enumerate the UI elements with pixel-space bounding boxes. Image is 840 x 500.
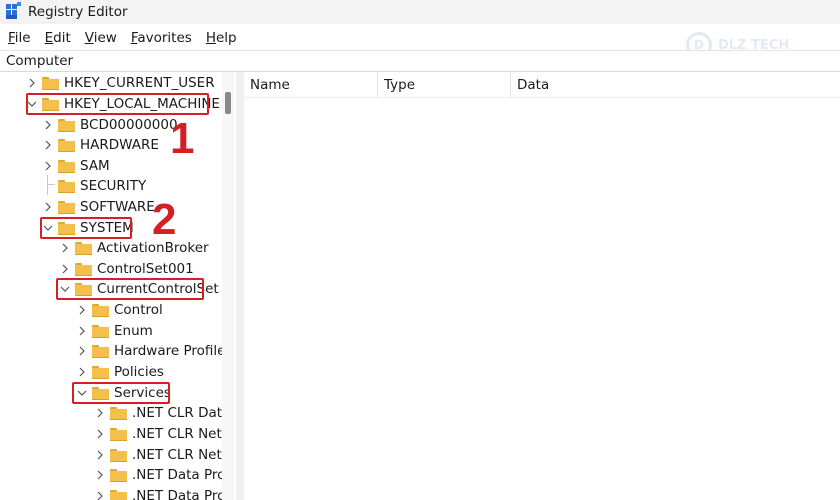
- folder-icon: [58, 179, 75, 193]
- step-number-1: 1: [170, 114, 195, 163]
- highlight-box-services: [72, 382, 170, 404]
- highlight-box-currentcontrolset: [56, 278, 204, 300]
- folder-icon: [92, 365, 109, 379]
- tree-item-label: Hardware Profiles: [114, 343, 222, 359]
- menu-favorites[interactable]: Favorites: [125, 30, 198, 46]
- tree-item-hkey-current-user[interactable]: HKEY_CURRENT_USER: [26, 73, 215, 93]
- pane-splitter[interactable]: [236, 72, 244, 500]
- tree-item-label: Control: [114, 302, 163, 318]
- tree-item-activationbroker[interactable]: ActivationBroker: [59, 238, 209, 258]
- chevron-right-icon[interactable]: [94, 486, 106, 500]
- folder-icon: [75, 241, 92, 255]
- tree-item-label: SECURITY: [80, 178, 147, 194]
- tree-item-label: SOFTWARE: [80, 199, 155, 215]
- tree-item-label: .NET CLR Data: [132, 405, 222, 421]
- tree-connector: [42, 176, 54, 196]
- tree-item-net-data-provider-oracle[interactable]: .NET Data Provider for Oracle: [94, 465, 222, 485]
- tree-item-hardware-profiles[interactable]: Hardware Profiles: [76, 341, 222, 361]
- values-list[interactable]: Name Type Data: [244, 72, 840, 500]
- address-bar[interactable]: Computer: [0, 50, 840, 72]
- folder-icon: [58, 118, 75, 132]
- folder-icon: [110, 427, 127, 441]
- folder-icon: [110, 489, 127, 500]
- chevron-right-icon[interactable]: [42, 115, 54, 135]
- registry-tree[interactable]: HKEY_CURRENT_USER HKEY_LOCAL_MACHINE BCD…: [0, 72, 222, 500]
- tree-item-enum[interactable]: Enum: [76, 321, 153, 341]
- tree-item-hardware[interactable]: HARDWARE: [42, 135, 159, 155]
- folder-icon: [75, 262, 92, 276]
- chevron-right-icon[interactable]: [76, 321, 88, 341]
- chevron-right-icon[interactable]: [59, 259, 71, 279]
- chevron-right-icon[interactable]: [94, 424, 106, 444]
- title-bar: Registry Editor: [0, 0, 840, 24]
- chevron-right-icon[interactable]: [59, 238, 71, 258]
- column-header-name[interactable]: Name: [244, 72, 378, 98]
- tree-item-label: .NET CLR Networking: [132, 426, 222, 442]
- column-header-data[interactable]: Data: [511, 72, 840, 98]
- folder-icon: [110, 468, 127, 482]
- chevron-right-icon[interactable]: [42, 135, 54, 155]
- tree-item-label: Enum: [114, 323, 153, 339]
- folder-icon: [110, 406, 127, 420]
- tree-item-bcd[interactable]: BCD00000000: [42, 115, 178, 135]
- chevron-right-icon[interactable]: [76, 300, 88, 320]
- tree-item-label: ControlSet001: [97, 261, 194, 277]
- folder-icon: [92, 303, 109, 317]
- tree-item-label: HKEY_CURRENT_USER: [64, 75, 215, 91]
- chevron-right-icon[interactable]: [26, 73, 38, 93]
- tree-scrollbar[interactable]: [222, 72, 234, 500]
- tree-item-net-clr-networking[interactable]: .NET CLR Networking: [94, 424, 222, 444]
- tree-item-net-clr-networking-4[interactable]: .NET CLR Networking 4.0.0.0: [94, 445, 222, 465]
- window-title: Registry Editor: [28, 4, 128, 20]
- tree-item-net-data-provider-sqlserver[interactable]: .NET Data Provider for SqlServer: [94, 486, 222, 500]
- folder-icon: [58, 200, 75, 214]
- tree-item-controlset001[interactable]: ControlSet001: [59, 259, 194, 279]
- tree-item-software[interactable]: SOFTWARE: [42, 197, 155, 217]
- folder-icon: [58, 159, 75, 173]
- list-header: Name Type Data: [244, 72, 840, 98]
- folder-icon: [42, 76, 59, 90]
- chevron-right-icon[interactable]: [76, 341, 88, 361]
- chevron-right-icon[interactable]: [76, 362, 88, 382]
- step-number-2: 2: [152, 195, 177, 244]
- chevron-right-icon[interactable]: [94, 445, 106, 465]
- tree-item-net-clr-data[interactable]: .NET CLR Data: [94, 403, 222, 423]
- menu-file[interactable]: File: [2, 30, 37, 46]
- highlight-box-hkey-local-machine: [26, 93, 209, 115]
- menu-view[interactable]: View: [79, 30, 123, 46]
- chevron-right-icon[interactable]: [42, 197, 54, 217]
- scrollbar-thumb[interactable]: [225, 92, 231, 114]
- folder-icon: [92, 324, 109, 338]
- address-path: Computer: [6, 53, 74, 69]
- chevron-right-icon[interactable]: [42, 156, 54, 176]
- tree-item-label: .NET Data Provider for Oracle: [132, 467, 222, 483]
- chevron-right-icon[interactable]: [94, 465, 106, 485]
- column-header-type[interactable]: Type: [378, 72, 511, 98]
- highlight-box-system: [40, 217, 132, 239]
- tree-item-label: BCD00000000: [80, 117, 178, 133]
- menu-help[interactable]: Help: [200, 30, 243, 46]
- menu-edit[interactable]: Edit: [39, 30, 77, 46]
- folder-icon: [92, 344, 109, 358]
- chevron-right-icon[interactable]: [94, 403, 106, 423]
- folder-icon: [58, 138, 75, 152]
- tree-item-label: .NET Data Provider for SqlServer: [132, 488, 222, 500]
- tree-item-sam[interactable]: SAM: [42, 156, 110, 176]
- tree-item-label: .NET CLR Networking 4.0.0.0: [132, 447, 222, 463]
- folder-icon: [110, 448, 127, 462]
- menu-bar: File Edit View Favorites Help: [0, 28, 243, 48]
- tree-item-policies[interactable]: Policies: [76, 362, 164, 382]
- tree-item-label: HARDWARE: [80, 137, 159, 153]
- registry-editor-icon: [6, 2, 22, 20]
- tree-item-control[interactable]: Control: [76, 300, 163, 320]
- tree-item-label: Policies: [114, 364, 164, 380]
- tree-item-security[interactable]: SECURITY: [42, 176, 146, 196]
- tree-item-label: SAM: [80, 158, 110, 174]
